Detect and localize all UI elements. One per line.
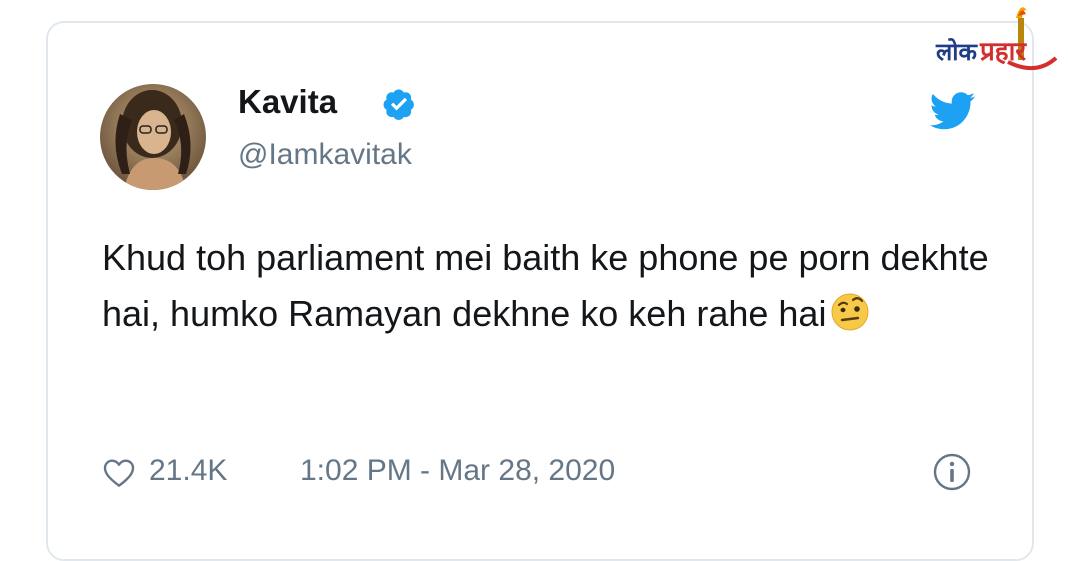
user-handle[interactable]: @Iamkavitak bbox=[238, 136, 412, 174]
svg-text:प्रहार: प्रहार bbox=[979, 37, 1027, 67]
verified-icon bbox=[382, 87, 416, 121]
info-icon[interactable] bbox=[932, 452, 972, 492]
twitter-bird-icon[interactable] bbox=[929, 92, 976, 130]
watermark-logo: लोक प्रहार bbox=[932, 4, 1060, 84]
likes-count[interactable]: 21.4K bbox=[149, 452, 227, 490]
heart-icon[interactable] bbox=[103, 458, 135, 488]
tweet-timestamp[interactable]: 1:02 PM - Mar 28, 2020 bbox=[300, 452, 615, 490]
raised-eyebrow-emoji-icon bbox=[830, 292, 870, 332]
tweet-text: Khud toh parliament mei baith ke phone p… bbox=[102, 230, 1002, 342]
svg-text:लोक: लोक bbox=[935, 38, 978, 66]
avatar[interactable] bbox=[100, 84, 206, 190]
display-name[interactable]: Kavita bbox=[238, 82, 337, 122]
